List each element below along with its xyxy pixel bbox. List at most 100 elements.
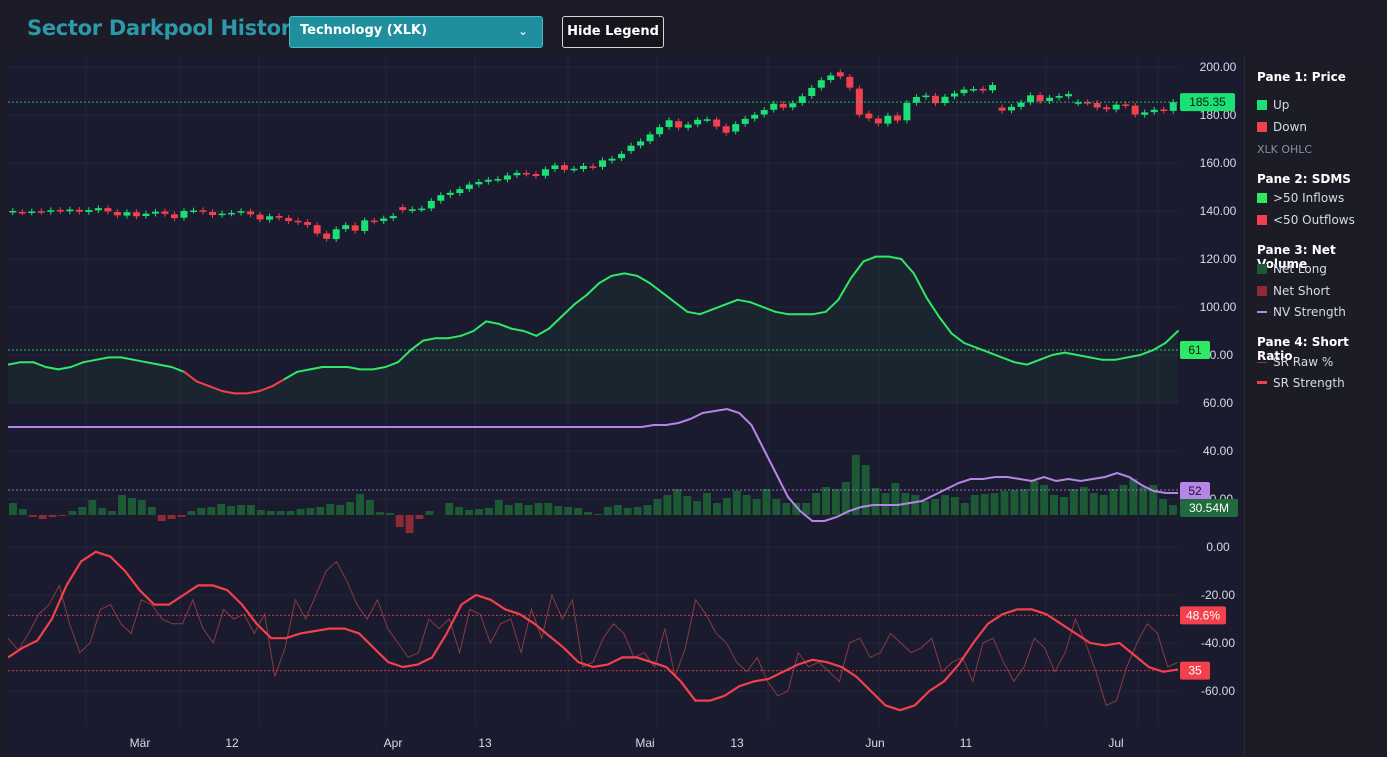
y-axis-tick-label: 0.00 <box>1206 540 1230 554</box>
price-candle <box>294 220 302 223</box>
y-axis-tick-label: 200.00 <box>1200 60 1237 74</box>
net-volume-bar <box>980 494 989 515</box>
net-volume-bar <box>147 507 156 515</box>
legend-item-down-label: Down <box>1273 120 1308 134</box>
price-candle <box>1065 94 1073 97</box>
down-swatch <box>1257 122 1267 132</box>
price-candle <box>560 165 568 170</box>
sdms-marker: 61 <box>1188 343 1202 357</box>
net-volume-bar <box>891 483 900 515</box>
price-candle <box>361 220 369 231</box>
price-candle <box>228 212 236 215</box>
net-volume-bar <box>1030 481 1039 515</box>
net-volume-bar <box>504 505 513 515</box>
sr-strength-line-swatch <box>1257 381 1267 384</box>
legend-item-inflows[interactable]: >50 Inflows <box>1257 191 1344 205</box>
price-candle <box>503 175 511 180</box>
inflow-swatch <box>1257 193 1267 203</box>
price-candle <box>304 222 312 225</box>
net-volume-bar <box>484 508 493 515</box>
price-candle <box>123 212 131 216</box>
net-volume-bar <box>425 511 434 515</box>
net-volume-bar <box>851 455 860 515</box>
net-volume-bar <box>356 494 364 515</box>
price-candle <box>770 103 778 110</box>
legend-item-nv-strength[interactable]: NV Strength <box>1257 305 1346 319</box>
net-volume-bar <box>28 515 37 517</box>
legend-item-net-long[interactable]: Net Long <box>1257 262 1327 276</box>
legend-item-outflows[interactable]: <50 Outflows <box>1257 213 1355 227</box>
net-volume-bar <box>822 487 830 515</box>
hide-legend-button[interactable]: Hide Legend <box>562 16 664 48</box>
net-volume-bar <box>385 513 394 515</box>
net-volume-bar <box>38 515 47 519</box>
net-volume-bar <box>118 495 126 515</box>
net-volume-bar <box>445 503 454 515</box>
price-candle <box>893 115 901 121</box>
price-candle <box>465 184 473 189</box>
price-candle <box>579 165 587 169</box>
net-volume-bar <box>941 495 949 515</box>
price-candle <box>675 121 683 128</box>
net-volume-bar <box>494 500 503 515</box>
price-candle <box>275 216 283 218</box>
price-candle <box>969 89 977 91</box>
page-title: Sector Darkpool History <box>27 16 305 40</box>
price-candle <box>760 109 768 115</box>
net-volume-bar <box>633 507 642 515</box>
net-volume-bar <box>931 499 940 515</box>
price-candle <box>637 141 645 146</box>
price-candle <box>256 214 264 220</box>
net-volume-bar <box>623 508 632 515</box>
legend-item-net-short[interactable]: Net Short <box>1257 284 1330 298</box>
price-candle <box>323 233 331 239</box>
net-volume-bar <box>544 503 553 515</box>
legend-item-up[interactable]: Up <box>1257 98 1289 112</box>
legend-item-sr-strength[interactable]: SR Strength <box>1257 376 1345 390</box>
price-marker: 185.35 <box>1189 95 1226 109</box>
net-volume-bar <box>108 511 117 515</box>
chart-canvas[interactable]: 200.00180.00160.00140.00120.00100.0080.0… <box>8 57 1243 757</box>
sector-select[interactable]: Technology (XLK) ⌄ <box>289 16 543 48</box>
chart-area[interactable]: 200.00 180.00 160.00 140.00 120.00 100.00 80.0… <box>8 57 1243 757</box>
net-volume-bar <box>1099 495 1108 515</box>
net-volume-bar <box>256 510 265 515</box>
price-candle <box>113 211 121 216</box>
legend-item-sr-raw[interactable]: SR Raw % <box>1257 355 1333 369</box>
price-candle <box>703 119 711 121</box>
net-volume-bar <box>722 498 731 515</box>
price-candle <box>237 211 245 213</box>
price-candle <box>684 124 692 128</box>
price-candle <box>37 211 45 213</box>
legend-item-down[interactable]: Down <box>1257 120 1307 134</box>
price-candle <box>1141 112 1149 115</box>
net-volume-bar <box>346 502 355 515</box>
price-candle <box>979 88 987 91</box>
price-candle <box>1150 109 1158 113</box>
sr-raw-line-swatch <box>1257 362 1267 363</box>
net-volume-bar <box>217 504 226 515</box>
net-volume-bar <box>613 505 622 515</box>
price-candle <box>541 169 549 176</box>
x-axis-tick-label: Jun <box>865 736 884 750</box>
legend-item-inflows-label: >50 Inflows <box>1273 191 1345 205</box>
net-volume-bar <box>1169 505 1177 515</box>
x-axis-tick-label: Apr <box>384 736 403 750</box>
x-axis-tick-label: 13 <box>730 736 744 750</box>
sr-raw-marker: 48.6% <box>1186 608 1220 622</box>
nv-strength-line-swatch <box>1257 311 1267 313</box>
price-candle <box>846 76 854 88</box>
net-volume-bar <box>266 511 275 515</box>
price-candle <box>475 181 483 185</box>
price-candle <box>522 173 530 175</box>
price-candle <box>513 172 521 176</box>
y-axis-tick-label: -40.00 <box>1201 636 1235 650</box>
price-candle <box>380 218 388 222</box>
net-volume-bar <box>603 507 612 515</box>
price-candle <box>694 119 702 125</box>
price-candle <box>66 209 74 212</box>
price-candle <box>903 103 911 121</box>
net-volume-bar <box>703 493 711 515</box>
price-candle <box>170 214 178 219</box>
price-candle <box>285 217 293 222</box>
